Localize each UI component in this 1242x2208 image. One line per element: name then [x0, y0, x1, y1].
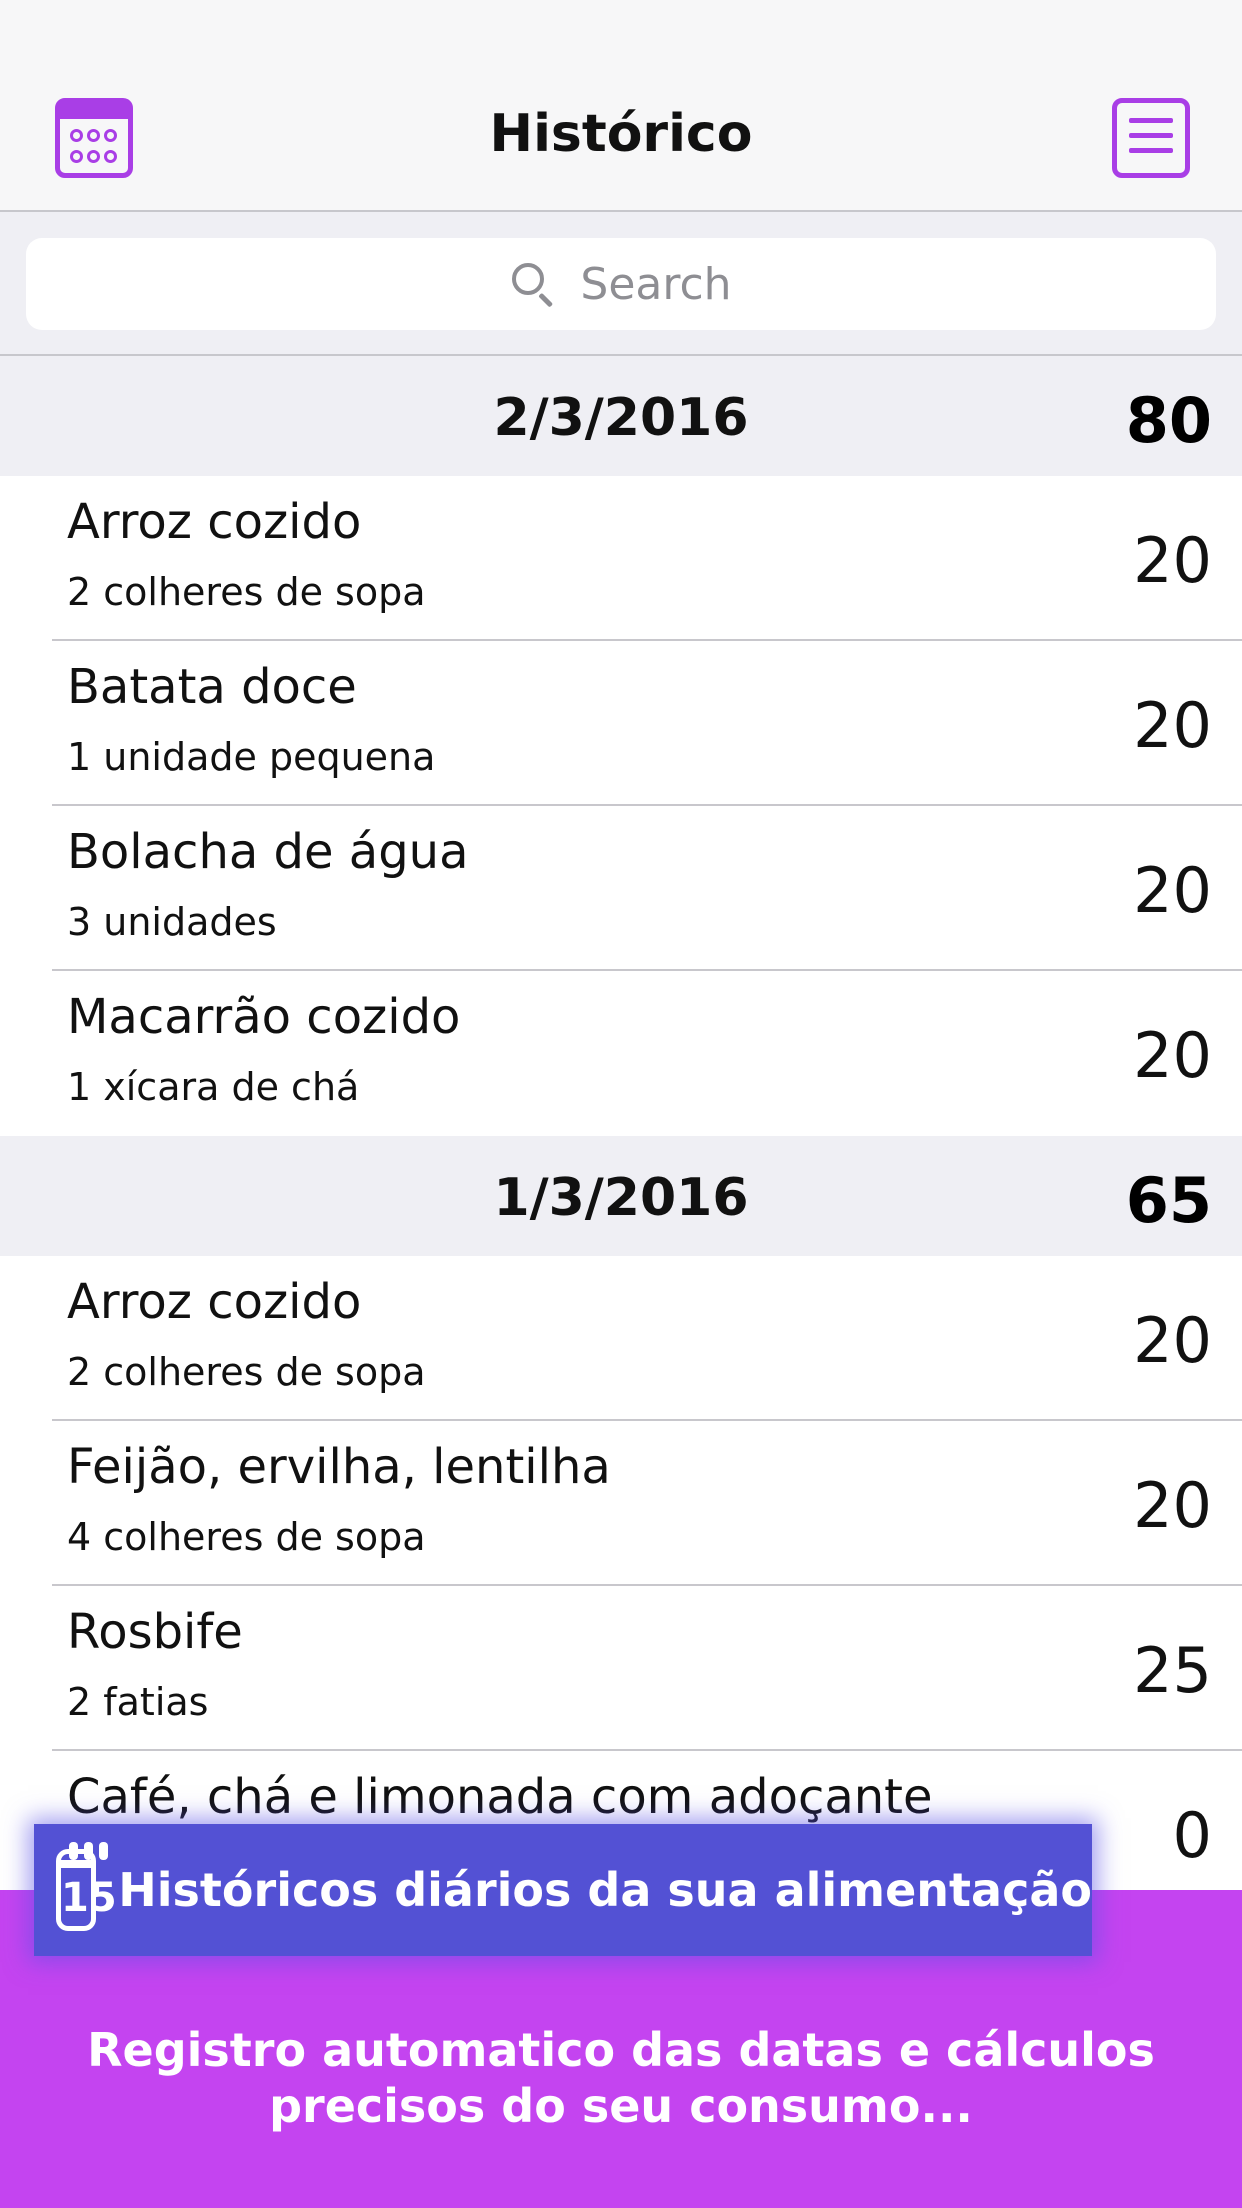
item-name: Arroz cozido [67, 1274, 362, 1330]
promo-caption: Registro automatico das datas e cálculos… [87, 2023, 1155, 2133]
item-portion: 2 colheres de sopa [67, 1350, 426, 1394]
item-value: 20 [1133, 689, 1212, 762]
screen: Histórico Search 2/3/2016 80 Arroz cozid… [0, 0, 1242, 2208]
list-item[interactable]: Arroz cozido 2 colheres de sopa 20 [0, 476, 1242, 641]
promo-banner-text: Históricos diários da sua alimentação [118, 1863, 1092, 1917]
item-name: Bolacha de água [67, 824, 469, 880]
item-value: 20 [1133, 524, 1212, 597]
item-portion: 2 colheres de sopa [67, 570, 426, 614]
page-title: Histórico [489, 104, 753, 164]
list-item[interactable]: Bolacha de água 3 unidades 20 [0, 806, 1242, 971]
item-value: 0 [1172, 1799, 1212, 1872]
item-portion: 1 xícara de chá [67, 1065, 360, 1109]
section-date: 2/3/2016 [493, 388, 749, 448]
item-portion: 3 unidades [67, 900, 277, 944]
history-list[interactable]: 2/3/2016 80 Arroz cozido 2 colheres de s… [0, 356, 1242, 1916]
section-header: 2/3/2016 80 [0, 356, 1242, 476]
item-value: 20 [1133, 1304, 1212, 1377]
item-portion: 2 fatias [67, 1680, 209, 1724]
search-input[interactable]: Search [26, 238, 1216, 330]
item-name: Batata doce [67, 659, 357, 715]
item-value: 20 [1133, 1019, 1212, 1092]
list-item[interactable]: Macarrão cozido 1 xícara de chá 20 [0, 971, 1242, 1136]
calendar-15-icon: 15 [56, 1842, 117, 1931]
item-portion: 1 unidade pequena [67, 735, 436, 779]
search-icon [510, 261, 556, 308]
item-value: 20 [1133, 1469, 1212, 1542]
search-bar: Search [0, 212, 1242, 356]
section-total: 65 [1125, 1164, 1212, 1237]
search-placeholder: Search [580, 258, 732, 310]
list-item[interactable]: Batata doce 1 unidade pequena 20 [0, 641, 1242, 806]
list-item[interactable]: Arroz cozido 2 colheres de sopa 20 [0, 1256, 1242, 1421]
item-name: Rosbife [67, 1604, 243, 1660]
item-name: Macarrão cozido [67, 989, 461, 1045]
list-item[interactable]: Feijão, ervilha, lentilha 4 colheres de … [0, 1421, 1242, 1586]
promo-banner: 15 Históricos diários da sua alimentação [34, 1824, 1092, 1956]
calendar-icon-number: 15 [61, 1875, 117, 1921]
navigation-bar: Histórico [0, 0, 1242, 212]
item-value: 20 [1133, 854, 1212, 927]
section-date: 1/3/2016 [493, 1168, 749, 1228]
section-header: 1/3/2016 65 [0, 1136, 1242, 1256]
item-name: Arroz cozido [67, 494, 362, 550]
item-name: Café, chá e limonada com adoçante [67, 1769, 933, 1825]
item-portion: 4 colheres de sopa [67, 1515, 426, 1559]
item-name: Feijão, ervilha, lentilha [67, 1439, 611, 1495]
item-value: 25 [1133, 1634, 1212, 1707]
section-total: 80 [1125, 384, 1212, 457]
list-item[interactable]: Rosbife 2 fatias 25 [0, 1586, 1242, 1751]
menu-list-icon[interactable] [1112, 98, 1190, 178]
